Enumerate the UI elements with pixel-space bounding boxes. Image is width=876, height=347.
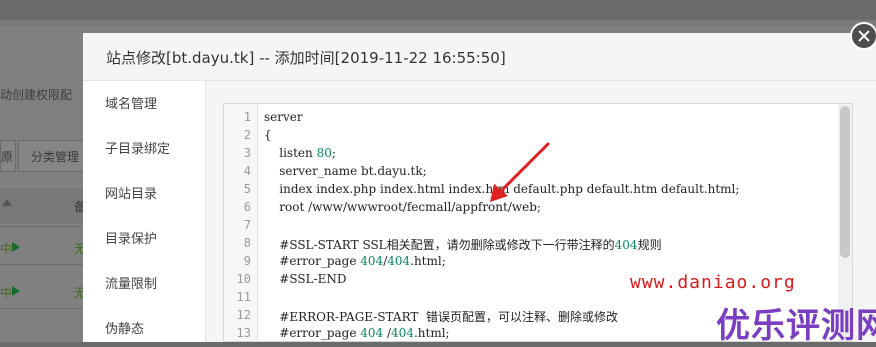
line-number: 9 <box>243 254 251 268</box>
scrollbar-thumb[interactable] <box>840 106 850 258</box>
line-number-gutter: 1 2 3 4 5 6 7 8 9 10 11 12 13 <box>224 104 258 341</box>
line-number: 7 <box>243 218 251 232</box>
code-line[interactable]: server <box>264 110 303 124</box>
code-line[interactable]: #error_page 404/404.html; <box>264 254 446 268</box>
row-flag-text: 中 <box>0 242 13 256</box>
play-icon[interactable] <box>12 286 20 296</box>
sidebar-item-traffic-limit[interactable]: 流量限制 <box>105 273 157 292</box>
line-number: 5 <box>243 182 251 196</box>
sidebar-item-rewrite[interactable]: 伪静态 <box>105 318 144 337</box>
code-line[interactable]: { <box>264 128 272 142</box>
sidebar-item-site-directory[interactable]: 网站目录 <box>105 183 157 202</box>
code-line[interactable]: server_name bt.dayu.tk; <box>264 164 426 178</box>
sort-up-icon[interactable] <box>2 199 12 206</box>
table-row-divider <box>0 264 90 265</box>
sidebar-item-subdirectory[interactable]: 子目录绑定 <box>105 138 170 157</box>
dialog-header: 站点修改[bt.dayu.tk] -- 添加时间[2019-11-22 16:5… <box>83 33 876 81</box>
background-hint-text: 动创建权限配 <box>0 88 73 102</box>
close-icon[interactable] <box>850 22 876 50</box>
background-topbar <box>0 0 876 20</box>
play-icon[interactable] <box>12 242 20 252</box>
dialog-title: 站点修改[bt.dayu.tk] -- 添加时间[2019-11-22 16:5… <box>106 49 506 67</box>
line-number: 3 <box>243 146 251 160</box>
table-row-divider <box>0 226 90 227</box>
line-number: 4 <box>243 164 251 178</box>
code-line[interactable]: #ERROR-PAGE-START 错误页配置，可以注释、删除或修改 <box>264 308 618 325</box>
sidebar-item-domain[interactable]: 域名管理 <box>105 93 157 112</box>
line-number: 6 <box>243 200 251 214</box>
line-number: 10 <box>236 272 251 286</box>
code-line[interactable]: listen 80; <box>264 146 336 160</box>
table-row-divider <box>0 308 90 309</box>
line-number: 2 <box>243 128 251 142</box>
sidebar-item-directory-protect[interactable]: 目录保护 <box>105 228 157 247</box>
row-flag-text: 中 <box>0 286 13 300</box>
dialog-sidebar: 域名管理 子目录绑定 网站目录 目录保护 流量限制 伪静态 <box>83 81 206 342</box>
code-line[interactable]: #SSL-END <box>264 272 346 286</box>
line-number: 13 <box>236 326 251 340</box>
line-number: 1 <box>243 110 251 124</box>
annotation-arrow-icon <box>490 142 550 202</box>
code-line[interactable]: #error_page 404 /404.html; <box>264 326 449 340</box>
category-manage-button[interactable]: 分类管理 <box>18 140 90 172</box>
line-number: 8 <box>243 236 251 250</box>
watermark-brand: 优乐评测网 <box>716 306 876 346</box>
line-number: 11 <box>236 290 251 304</box>
watermark-url: www.daniao.org <box>630 272 796 293</box>
background-button-1[interactable]: 原 <box>0 140 16 172</box>
code-line[interactable]: #SSL-START SSL相关配置，请勿删除或修改下一行带注释的404规则 <box>264 236 661 253</box>
line-number: 12 <box>236 308 251 322</box>
